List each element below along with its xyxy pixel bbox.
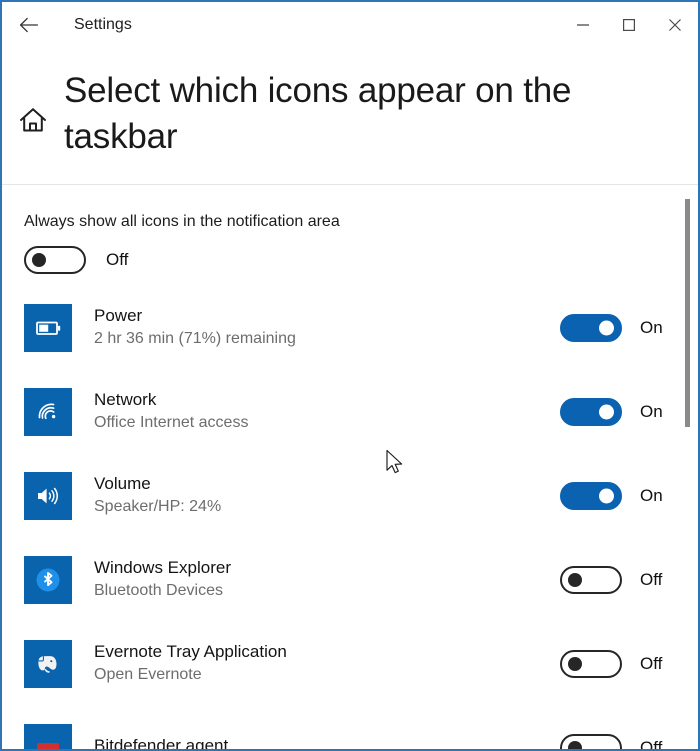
list-item-subtitle: Speaker/HP: 24% <box>94 498 222 516</box>
back-arrow-icon <box>19 17 39 33</box>
list-item-toggle-state: On <box>640 402 663 422</box>
app-icon-tile <box>24 555 72 604</box>
home-icon <box>20 108 46 132</box>
list-item-title: Network <box>94 390 157 410</box>
list-item-toggle[interactable] <box>560 565 622 594</box>
list-item-control: Off <box>560 733 678 751</box>
always-show-all-icons-label: Always show all icons in the notificatio… <box>24 213 340 231</box>
list-item-texts: Power 2 hr 36 min (71%) remaining <box>94 305 548 350</box>
toggle-knob <box>32 252 46 267</box>
list-item-toggle-state: Off <box>640 654 663 674</box>
bitdefender-icon <box>37 742 59 749</box>
page-header: Select which icons appear on the taskbar <box>2 48 698 160</box>
maximize-icon <box>622 18 636 32</box>
minimize-button[interactable] <box>560 3 606 47</box>
app-icon-tile <box>24 639 72 688</box>
close-button[interactable] <box>652 3 698 47</box>
toggle-knob <box>599 488 614 504</box>
toggle-knob <box>599 320 614 336</box>
list-item-toggle[interactable] <box>560 481 622 510</box>
battery-icon <box>36 321 61 335</box>
home-button[interactable] <box>2 68 64 134</box>
bluetooth-icon <box>36 568 60 592</box>
list-item[interactable]: Windows Explorer Bluetooth Devices Off <box>2 538 698 622</box>
app-icon-tile <box>24 303 72 352</box>
list-item[interactable]: Evernote Tray Application Open Evernote … <box>2 622 698 706</box>
list-item-control: On <box>560 481 678 510</box>
list-item-toggle-state: On <box>640 486 663 506</box>
list-item-control: On <box>560 397 678 426</box>
list-item-subtitle: Office Internet access <box>94 414 249 432</box>
settings-window: Settings Select which icons appear on th… <box>0 0 700 751</box>
list-item-texts: Bitdefender agent <box>94 735 548 751</box>
list-item-toggle[interactable] <box>560 649 622 678</box>
always-show-all-icons-toggle[interactable] <box>24 245 86 274</box>
title-bar: Settings <box>2 2 698 48</box>
list-item-texts: Windows Explorer Bluetooth Devices <box>94 557 548 602</box>
maximize-button[interactable] <box>606 3 652 47</box>
window-controls <box>560 2 698 48</box>
tray-icons-list: Power 2 hr 36 min (71%) remaining On Net… <box>2 274 698 751</box>
list-item-toggle[interactable] <box>560 397 622 426</box>
close-icon <box>669 19 681 31</box>
list-item-toggle-state: Off <box>640 570 663 590</box>
scrollbar[interactable] <box>682 194 694 749</box>
list-item-texts: Network Office Internet access <box>94 389 548 434</box>
speaker-volume-icon <box>38 487 58 504</box>
list-item-texts: Volume Speaker/HP: 24% <box>94 473 548 518</box>
list-item-toggle-state: Off <box>640 738 663 751</box>
list-item[interactable]: Bitdefender agent Off <box>2 706 698 751</box>
minimize-icon <box>577 24 589 26</box>
toggle-knob <box>568 656 582 671</box>
toggle-knob <box>568 572 582 587</box>
always-show-all-icons-row: Off <box>2 232 698 274</box>
list-item[interactable]: Volume Speaker/HP: 24% On <box>2 454 698 538</box>
wifi-icon <box>38 403 56 419</box>
list-item-title: Volume <box>94 474 151 494</box>
list-item-subtitle: Bluetooth Devices <box>94 582 223 600</box>
list-item-subtitle: 2 hr 36 min (71%) remaining <box>94 330 296 348</box>
list-item-control: On <box>560 313 678 342</box>
list-item-toggle-state: On <box>640 318 663 338</box>
app-icon-tile <box>24 387 72 436</box>
list-item-title: Power <box>94 306 143 326</box>
always-show-all-icons-state: Off <box>106 250 129 270</box>
list-item[interactable]: Network Office Internet access On <box>2 370 698 454</box>
app-icon-tile <box>24 471 72 520</box>
list-item-title: Windows Explorer <box>94 558 231 578</box>
app-icon-tile <box>24 723 72 749</box>
list-item-title: Bitdefender agent <box>94 736 229 751</box>
evernote-elephant-icon <box>38 655 57 673</box>
list-item-control: Off <box>560 565 678 594</box>
toggle-knob <box>599 404 614 420</box>
back-button[interactable] <box>6 2 52 48</box>
list-item-toggle[interactable] <box>560 733 622 749</box>
toggle-knob <box>568 740 582 749</box>
list-item-control: Off <box>560 649 678 678</box>
list-item-title: Evernote Tray Application <box>94 642 287 662</box>
list-item-toggle[interactable] <box>560 313 622 342</box>
window-title: Settings <box>74 16 132 33</box>
list-item-subtitle: Open Evernote <box>94 666 202 684</box>
scrollbar-thumb[interactable] <box>685 199 690 427</box>
page-title: Select which icons appear on the taskbar <box>64 71 572 157</box>
list-item[interactable]: Power 2 hr 36 min (71%) remaining On <box>2 286 698 370</box>
settings-content: Always show all icons in the notificatio… <box>2 185 698 751</box>
list-item-texts: Evernote Tray Application Open Evernote <box>94 641 548 686</box>
